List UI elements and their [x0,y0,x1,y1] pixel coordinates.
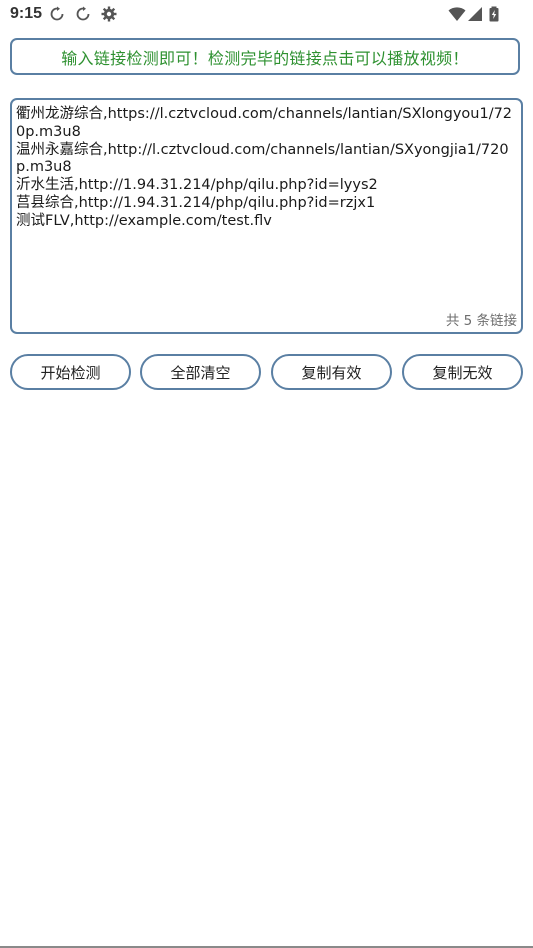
sync-icon [49,6,65,22]
start-check-button[interactable]: 开始检测 [10,354,131,390]
sync-icon [75,6,91,22]
status-time: 9:15 [10,5,43,22]
link-count-label: 共 5 条链接 [445,313,517,329]
links-textarea-content[interactable]: 衢州龙游综合,https://l.cztvcloud.com/channels/… [16,106,517,231]
status-bar: 9:15 [0,0,533,30]
links-textarea[interactable]: 衢州龙游综合,https://l.cztvcloud.com/channels/… [10,98,523,334]
clear-all-button[interactable]: 全部清空 [140,354,261,390]
copy-invalid-button[interactable]: 复制无效 [402,354,523,390]
battery-icon [488,6,500,22]
signal-icon [467,6,483,22]
app-screen: 9:15 输入链接检测即可！检测完毕的链接点击可以播放视频！ 衢州龙游综合,ht… [0,0,533,948]
copy-valid-button[interactable]: 复制有效 [271,354,392,390]
instruction-banner: 输入链接检测即可！检测完毕的链接点击可以播放视频！ [10,38,520,75]
gear-icon [101,6,117,22]
wifi-icon [448,6,466,22]
